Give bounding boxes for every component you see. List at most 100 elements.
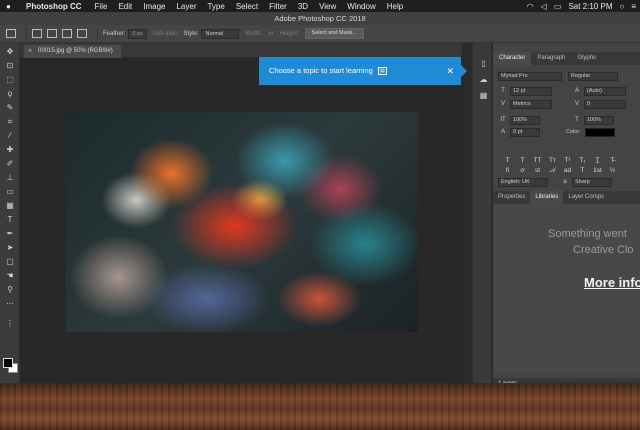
wifi-icon[interactable]: ◠: [527, 2, 534, 11]
fractions-button[interactable]: 1st: [593, 167, 602, 175]
kerning-select[interactable]: Metrics: [510, 99, 552, 109]
volume-icon[interactable]: ◁: [541, 2, 547, 11]
tab-character[interactable]: Character: [493, 52, 532, 65]
tab-properties[interactable]: Properties: [493, 191, 530, 204]
menu-window[interactable]: Window: [347, 2, 375, 11]
style-select[interactable]: Normal: [201, 28, 240, 39]
vertical-scale-input[interactable]: 100%: [510, 115, 540, 125]
text-color-swatch[interactable]: [584, 127, 615, 137]
tab-paragraph[interactable]: Paragraph: [531, 52, 571, 65]
tracking-select[interactable]: 0: [584, 99, 626, 109]
faux-bold-button[interactable]: T: [503, 157, 512, 164]
document-tab[interactable]: × 00015.jpg @ 50% (RGB/8#): [24, 45, 121, 58]
language-select[interactable]: English: UK: [498, 177, 548, 187]
menu-3d[interactable]: 3D: [298, 2, 308, 11]
character-tab-bar: Character Paragraph Glyphs: [493, 52, 640, 65]
canvas-area[interactable]: [20, 58, 462, 383]
move-tool-icon[interactable]: ✥: [5, 47, 15, 57]
font-style-select[interactable]: Regular: [568, 71, 618, 81]
menu-type[interactable]: Type: [207, 2, 224, 11]
clone-stamp-icon[interactable]: ⊥: [5, 173, 15, 183]
subscript-button[interactable]: T₁: [578, 157, 587, 164]
tab-glyphs[interactable]: Glyphs: [571, 52, 602, 65]
brush-tool-icon[interactable]: ✐: [5, 159, 15, 169]
pen-tool-icon[interactable]: ✒: [5, 229, 15, 239]
feather-label: Feather:: [103, 30, 126, 37]
artboard-tool-icon[interactable]: ⊡: [5, 61, 15, 71]
adjustments-panel-icon[interactable]: ▦: [479, 91, 488, 100]
foreground-color-swatch[interactable]: [3, 358, 13, 368]
faux-italic-button[interactable]: T: [518, 157, 527, 164]
half-button[interactable]: ½: [608, 167, 617, 175]
crop-tool-icon[interactable]: ⌗: [5, 117, 15, 127]
antialias-checkbox[interactable]: Anti-alias: [153, 31, 178, 37]
tab-libraries[interactable]: Libraries: [530, 191, 564, 204]
panel-icon-strip: ▯ ☁ ▦: [472, 43, 492, 383]
intersect-selection-icon[interactable]: [77, 29, 87, 38]
apple-icon[interactable]: ●: [6, 2, 16, 11]
clock[interactable]: Sat 2:10 PM: [568, 2, 612, 11]
ordinals-button[interactable]: T: [578, 167, 587, 175]
close-tab-icon[interactable]: ×: [28, 45, 32, 58]
more-info-link[interactable]: More info: [584, 275, 640, 290]
rectangle-tool-icon[interactable]: ▢: [5, 257, 15, 267]
menu-image[interactable]: Image: [143, 2, 165, 11]
battery-icon[interactable]: ▭: [554, 2, 562, 11]
antialias-select[interactable]: Sharp: [572, 177, 612, 187]
font-row: Myriad Pro Regular: [498, 71, 618, 81]
close-icon[interactable]: ✕: [446, 57, 454, 85]
more-tools-icon[interactable]: ⋯: [5, 299, 15, 309]
healing-brush-icon[interactable]: ✚: [5, 145, 15, 155]
select-and-mask-button[interactable]: Select and Mask...: [304, 28, 364, 39]
subtract-selection-icon[interactable]: [62, 29, 72, 38]
libraries-panel-icon[interactable]: ☁: [479, 75, 488, 84]
learn-panel-icon[interactable]: ▯: [479, 59, 488, 68]
menu-view[interactable]: View: [319, 2, 336, 11]
edit-toolbar-icon[interactable]: ⋮: [5, 319, 15, 329]
leading-icon: A: [574, 88, 579, 94]
strikethrough-button[interactable]: T̶: [608, 157, 617, 164]
eraser-tool-icon[interactable]: ▭: [5, 187, 15, 197]
superscript-button[interactable]: T¹: [563, 157, 572, 164]
titling-button[interactable]: ad: [563, 167, 572, 175]
lasso-tool-icon[interactable]: ϙ: [5, 89, 15, 99]
document-image[interactable]: [66, 112, 418, 332]
hand-tool-icon[interactable]: ☚: [5, 271, 15, 281]
underline-button[interactable]: T̲: [593, 157, 602, 164]
small-caps-button[interactable]: Tт: [548, 157, 557, 164]
font-family-select[interactable]: Myriad Pro: [498, 71, 562, 81]
gradient-tool-icon[interactable]: ▦: [5, 201, 15, 211]
menu-select[interactable]: Select: [236, 2, 258, 11]
marquee-tool-icon[interactable]: ⬚: [5, 75, 15, 85]
notification-center-icon[interactable]: ≡: [631, 2, 636, 11]
marquee-tool-preset-icon[interactable]: [6, 29, 16, 38]
tab-layer-comps[interactable]: Layer Comps: [563, 191, 609, 204]
swash-button[interactable]: st: [533, 167, 542, 175]
quick-select-tool-icon[interactable]: ✎: [5, 103, 15, 113]
new-selection-icon[interactable]: [32, 29, 42, 38]
menu-app-name[interactable]: Photoshop CC: [26, 2, 82, 11]
all-caps-button[interactable]: TT: [533, 157, 542, 164]
stylistic-alternates-button[interactable]: 𝒜: [548, 167, 557, 175]
eyedropper-tool-icon[interactable]: ⁄: [5, 131, 15, 141]
baseline-shift-input[interactable]: 0 pt: [510, 127, 540, 137]
discretionary-ligature-button[interactable]: ơ: [518, 167, 527, 175]
font-size-select[interactable]: 12 pt: [510, 86, 552, 96]
feather-input[interactable]: 0 px: [128, 28, 147, 39]
menu-filter[interactable]: Filter: [269, 2, 287, 11]
search-icon[interactable]: ○: [619, 2, 624, 11]
menu-edit[interactable]: Edit: [118, 2, 132, 11]
leading-select[interactable]: (Auto): [584, 86, 626, 96]
libraries-error-line2: Creative Clo: [573, 244, 634, 256]
path-select-icon[interactable]: ➤: [5, 243, 15, 253]
add-selection-icon[interactable]: [47, 29, 57, 38]
menu-help[interactable]: Help: [387, 2, 403, 11]
horizontal-scale-input[interactable]: 100%: [584, 115, 614, 125]
menu-file[interactable]: File: [95, 2, 108, 11]
type-tool-icon[interactable]: T: [5, 215, 15, 225]
learn-popup[interactable]: Choose a topic to start learning ▤ ✕: [259, 57, 461, 85]
ligature-button[interactable]: ﬁ: [503, 167, 512, 175]
menu-layer[interactable]: Layer: [176, 2, 196, 11]
swap-icon[interactable]: ⇄: [268, 30, 273, 37]
zoom-tool-icon[interactable]: ⚲: [5, 285, 15, 295]
